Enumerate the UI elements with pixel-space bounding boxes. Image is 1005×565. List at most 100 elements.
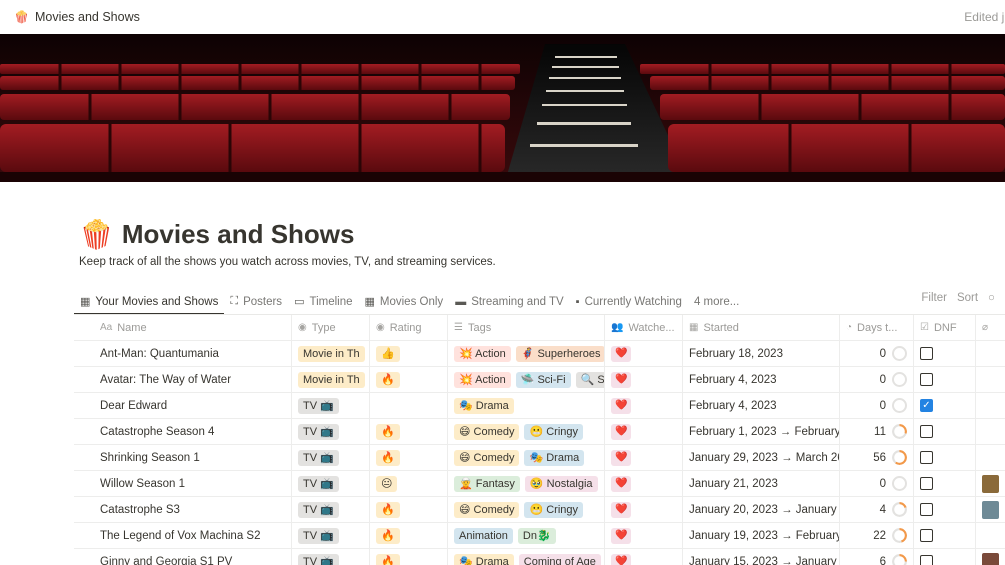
rating-cell[interactable]: 👍	[370, 341, 448, 366]
search-icon[interactable]: ○	[988, 292, 995, 304]
tab-timeline[interactable]: ▭ Timeline	[288, 289, 358, 314]
tab-posters[interactable]: ⛶ Posters	[224, 289, 288, 314]
watched-cell[interactable]: ❤️	[605, 393, 683, 418]
row-title[interactable]: The Legend of Vox Machina S2	[100, 530, 260, 542]
files-cell[interactable]	[976, 497, 1005, 522]
column-header-started[interactable]: ▦ Started	[683, 315, 840, 340]
name-cell[interactable]: The Legend of Vox Machina S2	[74, 523, 292, 548]
rating-cell[interactable]: 🔥	[370, 419, 448, 444]
files-cell[interactable]	[976, 471, 1005, 496]
row-title[interactable]: Avatar: The Way of Water	[100, 374, 231, 386]
filter-button[interactable]: Filter	[921, 292, 947, 304]
watched-cell[interactable]: ❤️	[605, 497, 683, 522]
tab-movies-only[interactable]: ▦ Movies Only	[359, 289, 450, 314]
started-cell[interactable]: February 4, 2023	[683, 393, 840, 418]
type-cell[interactable]: TV 📺	[292, 549, 370, 565]
started-cell[interactable]: January 19, 2023 → February	[683, 523, 840, 548]
tags-cell[interactable]: 🧝 Fantasy 🥹 Nostalgia	[448, 471, 605, 496]
type-cell[interactable]: TV 📺	[292, 497, 370, 522]
column-header-rating[interactable]: ◉ Rating	[370, 315, 448, 340]
type-cell[interactable]: TV 📺	[292, 523, 370, 548]
rating-cell[interactable]: 🔥	[370, 523, 448, 548]
row-title[interactable]: Willow Season 1	[100, 478, 185, 490]
watched-cell[interactable]: ❤️	[605, 445, 683, 470]
dnf-checkbox[interactable]	[920, 529, 933, 542]
tags-cell[interactable]: 😄 Comedy 😬 Cringy	[448, 419, 605, 444]
sort-button[interactable]: Sort	[957, 292, 978, 304]
tab-4-more[interactable]: 4 more...	[688, 289, 745, 314]
table-row[interactable]: Willow Season 1 TV 📺 😐 🧝 Fantasy 🥹 Nostalgia…	[74, 471, 1005, 497]
tab-streaming-and-tv[interactable]: ▬ Streaming and TV	[449, 289, 569, 314]
watched-cell[interactable]: ❤️	[605, 549, 683, 565]
name-cell[interactable]: Shrinking Season 1	[74, 445, 292, 470]
tags-cell[interactable]: 💥 Action 🦸 Superheroes	[448, 341, 605, 366]
files-cell[interactable]	[976, 445, 1005, 470]
rating-cell[interactable]: 🔥	[370, 549, 448, 565]
tags-cell[interactable]: 🎭 Drama	[448, 393, 605, 418]
column-header-type[interactable]: ◉ Type	[292, 315, 370, 340]
tags-cell[interactable]: 🎭 Drama Coming of Age	[448, 549, 605, 565]
row-title[interactable]: Catastrophe Season 4	[100, 426, 214, 438]
poster-thumbnail[interactable]	[982, 474, 999, 493]
started-cell[interactable]: February 18, 2023	[683, 341, 840, 366]
name-cell[interactable]: Catastrophe Season 4	[74, 419, 292, 444]
table-row[interactable]: Catastrophe Season 4 TV 📺 🔥 😄 Comedy 😬 Cring…	[74, 419, 1005, 445]
row-title[interactable]: Catastrophe S3	[100, 504, 180, 516]
files-cell[interactable]	[976, 393, 1005, 418]
files-cell[interactable]	[976, 523, 1005, 548]
watched-cell[interactable]: ❤️	[605, 523, 683, 548]
rating-cell[interactable]: 🔥	[370, 497, 448, 522]
rating-cell[interactable]: 🔥	[370, 445, 448, 470]
dnf-checkbox[interactable]	[920, 503, 933, 516]
dnf-checkbox[interactable]	[920, 373, 933, 386]
table-row[interactable]: Shrinking Season 1 TV 📺 🔥 😄 Comedy 🎭 Drama ❤️…	[74, 445, 1005, 471]
rating-cell[interactable]: 😐	[370, 471, 448, 496]
column-header-files[interactable]: ⌀	[976, 315, 1005, 340]
page-title[interactable]: 🍿 Movies and Shows	[79, 218, 354, 251]
table-row[interactable]: Dear Edward TV 📺 🎭 Drama ❤️ February 4, 2023…	[74, 393, 1005, 419]
name-cell[interactable]: Ant-Man: Quantumania	[74, 341, 292, 366]
name-cell[interactable]: Catastrophe S3	[74, 497, 292, 522]
files-cell[interactable]	[976, 341, 1005, 366]
type-cell[interactable]: TV 📺	[292, 393, 370, 418]
type-cell[interactable]: TV 📺	[292, 445, 370, 470]
type-cell[interactable]: TV 📺	[292, 471, 370, 496]
started-cell[interactable]: January 29, 2023 → March 26	[683, 445, 840, 470]
started-cell[interactable]: January 21, 2023	[683, 471, 840, 496]
poster-thumbnail[interactable]	[982, 500, 999, 519]
column-header-watched[interactable]: 👥 Watche...	[605, 315, 683, 340]
tab-your-movies-and-shows[interactable]: ▦ Your Movies and Shows	[74, 289, 225, 315]
dnf-checkbox[interactable]: ✓	[920, 399, 933, 412]
dnf-checkbox[interactable]	[920, 347, 933, 360]
table-row[interactable]: Ant-Man: Quantumania Movie in Th 👍 💥 Action…	[74, 341, 1005, 367]
type-cell[interactable]: Movie in Th	[292, 367, 370, 392]
column-header-dnf[interactable]: ☑ DNF	[914, 315, 976, 340]
watched-cell[interactable]: ❤️	[605, 471, 683, 496]
name-cell[interactable]: Avatar: The Way of Water	[74, 367, 292, 392]
watched-cell[interactable]: ❤️	[605, 341, 683, 366]
row-title[interactable]: Ant-Man: Quantumania	[100, 348, 219, 360]
dnf-checkbox[interactable]	[920, 555, 933, 565]
tags-cell[interactable]: 😄 Comedy 🎭 Drama	[448, 445, 605, 470]
started-cell[interactable]: February 4, 2023	[683, 367, 840, 392]
started-cell[interactable]: February 1, 2023 → February	[683, 419, 840, 444]
tags-cell[interactable]: Animation Dn🐉	[448, 523, 605, 548]
files-cell[interactable]	[976, 419, 1005, 444]
type-cell[interactable]: TV 📺	[292, 419, 370, 444]
rating-cell[interactable]	[370, 393, 448, 418]
row-title[interactable]: Shrinking Season 1	[100, 452, 200, 464]
name-cell[interactable]: Dear Edward	[74, 393, 292, 418]
breadcrumb[interactable]: Movies and Shows	[35, 10, 140, 24]
tags-cell[interactable]: 💥 Action🛸 Sci-Fi🔍 Sp	[448, 367, 605, 392]
started-cell[interactable]: January 15, 2023 → January	[683, 549, 840, 565]
watched-cell[interactable]: ❤️	[605, 419, 683, 444]
name-cell[interactable]: Willow Season 1	[74, 471, 292, 496]
files-cell[interactable]	[976, 367, 1005, 392]
page-description[interactable]: Keep track of all the shows you watch ac…	[79, 256, 496, 268]
row-title[interactable]: Ginny and Georgia S1 PV	[100, 556, 232, 565]
column-header-name[interactable]: Aa Name	[74, 315, 292, 340]
dnf-checkbox[interactable]	[920, 425, 933, 438]
poster-thumbnail[interactable]	[982, 552, 999, 565]
column-header-days[interactable]: ◔ Days t...	[840, 315, 914, 340]
type-cell[interactable]: Movie in Th	[292, 341, 370, 366]
